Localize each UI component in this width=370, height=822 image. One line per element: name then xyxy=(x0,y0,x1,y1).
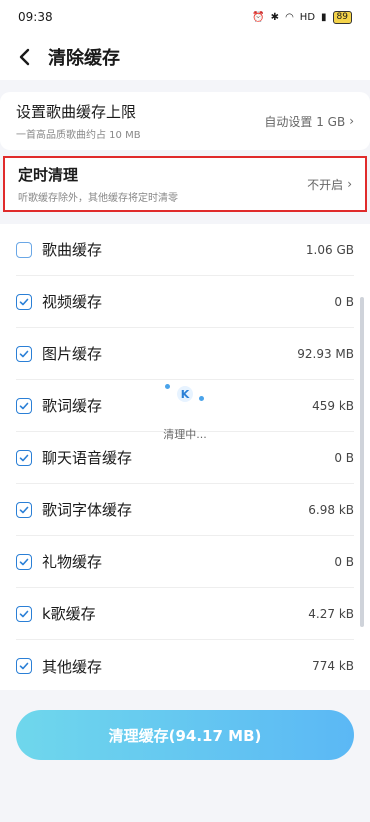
checkmark-icon xyxy=(19,350,29,357)
cache-item[interactable]: 图片缓存 92.93 MB xyxy=(16,328,354,380)
loading-spinner: K xyxy=(163,382,207,412)
status-bar: 09:38 ⏰ ✱ ◠ HD ▮ 89 xyxy=(0,0,370,34)
cache-item[interactable]: 歌词字体缓存 6.98 kB xyxy=(16,484,354,536)
battery-indicator: 89 xyxy=(332,10,352,24)
loading-text: 清理中... xyxy=(163,428,207,441)
cache-item-size: 92.93 MB xyxy=(297,346,354,361)
cache-limit-row[interactable]: 设置歌曲缓存上限 一首高品质歌曲约占 10 MB 自动设置 1 GB › xyxy=(0,92,370,150)
cache-limit-subtitle: 一首高品质歌曲约占 10 MB xyxy=(16,130,141,141)
checkbox[interactable] xyxy=(16,658,32,674)
cache-limit-title: 设置歌曲缓存上限 xyxy=(16,103,137,121)
loading-indicator: K 清理中... xyxy=(0,382,370,442)
cache-item-size: 6.98 kB xyxy=(308,502,354,517)
cache-item-label: 歌词字体缓存 xyxy=(42,501,133,519)
scheduled-clean-subtitle: 听歌缓存除外，其他缓存将定时清零 xyxy=(18,193,178,204)
back-button[interactable] xyxy=(14,47,34,67)
scrollbar[interactable] xyxy=(360,297,364,627)
cache-item[interactable]: 视频缓存 0 B xyxy=(16,276,354,328)
checkmark-icon xyxy=(19,662,29,670)
cache-item-label: 歌曲缓存 xyxy=(42,241,103,259)
spinner-dot xyxy=(165,384,170,389)
hd-icon: HD xyxy=(299,11,316,23)
app-header: 清除缓存 xyxy=(0,34,370,80)
cache-item-label: 视频缓存 xyxy=(42,293,103,311)
checkbox[interactable] xyxy=(16,345,32,362)
footer: 清理缓存(94.17 MB) xyxy=(0,690,370,822)
checkbox[interactable] xyxy=(16,501,32,518)
signal-icon: ▮ xyxy=(321,11,327,23)
bluetooth-icon: ✱ xyxy=(270,11,280,23)
chevron-right-icon: › xyxy=(347,177,352,191)
scheduled-clean-title: 定时清理 xyxy=(18,166,79,184)
cache-item[interactable]: 歌曲缓存 1.06 GB xyxy=(16,224,354,276)
cache-item[interactable]: 其他缓存 774 kB xyxy=(16,640,354,692)
wifi-icon: ◠ xyxy=(285,11,294,23)
checkbox[interactable] xyxy=(16,553,32,570)
cache-item-label: 图片缓存 xyxy=(42,345,103,363)
cache-item-size: 0 B xyxy=(334,450,354,465)
cache-item-label: k歌缓存 xyxy=(42,605,96,623)
spinner-dot xyxy=(199,396,204,401)
checkmark-icon xyxy=(19,298,29,305)
chevron-right-icon: › xyxy=(349,114,354,128)
checkmark-icon xyxy=(19,610,29,617)
cache-item-label: 礼物缓存 xyxy=(42,553,103,571)
cache-item-size: 0 B xyxy=(334,294,354,309)
cache-item-size: 1.06 GB xyxy=(305,242,354,257)
clear-cache-button[interactable]: 清理缓存(94.17 MB) xyxy=(16,710,354,760)
scheduled-clean-row[interactable]: 定时清理 听歌缓存除外，其他缓存将定时清零 不开启 › xyxy=(3,156,367,212)
cache-item[interactable]: 礼物缓存 0 B xyxy=(16,536,354,588)
checkmark-icon xyxy=(19,454,29,461)
checkbox[interactable] xyxy=(16,293,32,310)
cache-list: 歌曲缓存 1.06 GB 视频缓存 0 B 图片缓存 92.93 MB 歌词缓存 459 kB… xyxy=(0,224,370,692)
cache-item-label: 其他缓存 xyxy=(42,657,103,676)
checkmark-icon xyxy=(19,558,29,565)
cache-item-size: 774 kB xyxy=(312,659,354,673)
cache-item-label: 聊天语音缓存 xyxy=(42,449,133,467)
page-title: 清除缓存 xyxy=(48,48,120,69)
alarm-icon: ⏰ xyxy=(252,11,265,23)
scheduled-clean-value: 不开启 xyxy=(307,177,344,192)
k-logo-icon: K xyxy=(177,386,193,402)
checkmark-icon xyxy=(19,506,29,513)
status-icons: ⏰ ✱ ◠ HD ▮ 89 xyxy=(252,10,352,24)
cache-item[interactable]: k歌缓存 4.27 kB xyxy=(16,588,354,640)
chevron-left-icon xyxy=(19,48,30,66)
checkbox[interactable] xyxy=(16,241,32,258)
cache-item-size: 0 B xyxy=(334,554,354,569)
status-time: 09:38 xyxy=(18,10,53,24)
checkbox[interactable] xyxy=(16,449,32,466)
checkbox[interactable] xyxy=(16,605,32,622)
cache-limit-value: 自动设置 1 GB xyxy=(264,114,346,129)
cache-item-size: 4.27 kB xyxy=(308,606,354,621)
